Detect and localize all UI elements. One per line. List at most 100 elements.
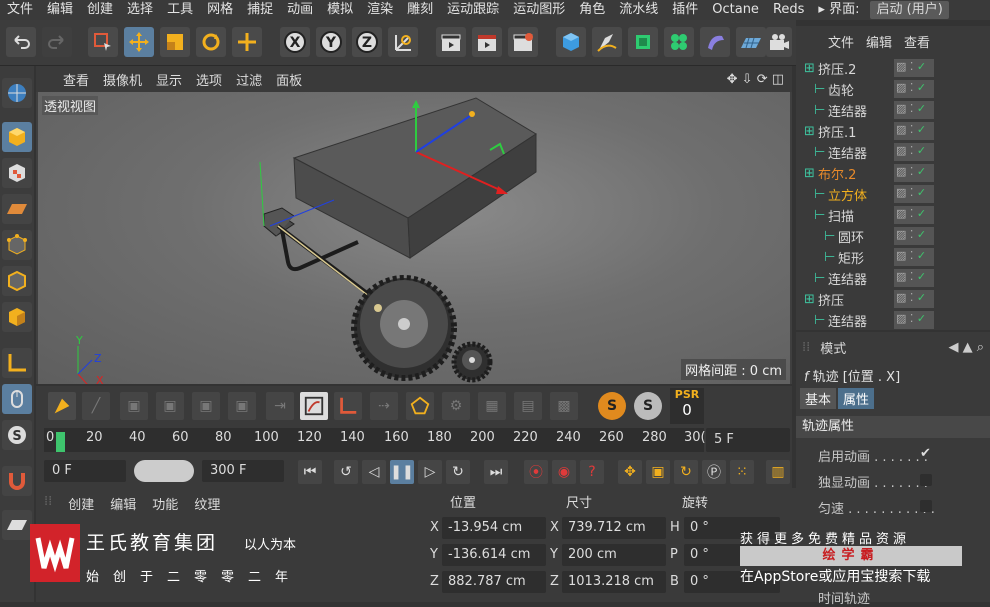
workplane-lock-button[interactable] <box>2 510 32 540</box>
viewport-solo-button[interactable] <box>2 78 32 108</box>
object-row[interactable]: ⊢ 连结器 ▨ ⁚ ✓ <box>800 100 990 120</box>
visibility-toggles[interactable]: ▨ ⁚ ✓ <box>894 185 934 203</box>
menu-pipeline[interactable]: 流水线 <box>612 0 665 20</box>
render-to-viewer-button[interactable] <box>472 27 502 57</box>
current-frame-field[interactable]: 5 F <box>706 428 790 452</box>
texture-mode-button[interactable] <box>2 158 32 188</box>
psr-toggle[interactable]: PSR 0 <box>670 388 704 424</box>
key-scale-button[interactable]: ▣ <box>646 460 670 484</box>
tree-node-icon[interactable]: ⊞ <box>804 292 815 307</box>
pos-x-field[interactable]: -13.954 cm <box>442 517 546 539</box>
layout-dropdown[interactable]: 启动 (用户) <box>870 1 949 19</box>
tree-node-icon[interactable]: ⊢ <box>824 250 835 265</box>
ghost-cube-3-button[interactable]: ▣ <box>192 392 220 420</box>
viewport-menu-panel[interactable]: 面板 <box>269 70 309 89</box>
viewport-menu-camera[interactable]: 摄像机 <box>96 70 149 89</box>
object-row[interactable]: ⊢ 连结器 ▨ ⁚ ✓ <box>800 310 990 330</box>
brush-button[interactable]: ╱ <box>82 392 110 420</box>
move-key-button[interactable]: ⇢ <box>370 392 398 420</box>
grid-key-button[interactable]: ▦ <box>478 392 506 420</box>
rotate-tool-button[interactable] <box>196 27 226 57</box>
cube-button[interactable] <box>556 27 586 57</box>
size-z-field[interactable]: 1013.218 cm <box>562 571 666 593</box>
menu-octane[interactable]: Octane <box>705 0 766 20</box>
constant-speed-checkbox[interactable] <box>920 500 932 512</box>
go-to-end-button[interactable]: ⏭ <box>484 460 508 484</box>
viewport-menu-filter[interactable]: 过滤 <box>229 70 269 89</box>
tab-basic[interactable]: 基本 <box>800 388 837 409</box>
material-menu-create[interactable]: 创建 <box>60 494 102 513</box>
render-view-button[interactable] <box>436 27 466 57</box>
magnet-button[interactable] <box>2 466 32 496</box>
object-row[interactable]: ⊢ 矩形 ▨ ⁚ ✓ <box>800 247 990 267</box>
menu-create[interactable]: 创建 <box>80 0 120 20</box>
object-row[interactable]: ⊢ 连结器 ▨ ⁚ ✓ <box>800 142 990 162</box>
scale-key-button[interactable]: S <box>598 392 626 420</box>
snap-button[interactable]: S <box>2 420 32 450</box>
menu-simulate[interactable]: 模拟 <box>320 0 360 20</box>
timeline-ruler[interactable]: 0 20 40 60 80 100 120 140 160 180 200 22… <box>44 428 706 452</box>
subdivision-button[interactable] <box>628 27 658 57</box>
menu-edit[interactable]: 编辑 <box>40 0 80 20</box>
menu-tools[interactable]: 工具 <box>160 0 200 20</box>
tree-node-icon[interactable]: ⊢ <box>814 208 825 223</box>
ghost-cube-4-button[interactable]: ▣ <box>228 392 256 420</box>
pen-spline-button[interactable] <box>592 27 622 57</box>
viewport-canvas[interactable]: 透视视图 Y X Z 网格间距: 0 cm <box>38 92 790 384</box>
viewport-menu-display[interactable]: 显示 <box>149 70 189 89</box>
visibility-toggles[interactable]: ▨ ⁚ ✓ <box>894 227 934 245</box>
attr-nav-icons[interactable]: ◀ ▲ ⌕ <box>948 340 990 355</box>
start-frame-field[interactable]: 0 F <box>44 460 126 482</box>
tree-node-icon[interactable]: ⊢ <box>814 82 825 97</box>
render-settings-button[interactable] <box>508 27 538 57</box>
mode-menu[interactable]: 模式 <box>816 338 850 357</box>
keyframe-pen-button[interactable] <box>48 392 76 420</box>
object-menu-file[interactable]: 文件 <box>822 32 860 51</box>
select-tool-button[interactable] <box>88 27 118 57</box>
polygons-mode-button[interactable] <box>2 302 32 332</box>
size-x-field[interactable]: 739.712 cm <box>562 517 666 539</box>
ghost-arrow-button[interactable]: ⇥ <box>266 392 294 420</box>
tree-node-icon[interactable]: ⊞ <box>804 124 815 139</box>
deformer-button[interactable] <box>700 27 730 57</box>
prev-frame-button[interactable]: ◁ <box>362 460 386 484</box>
motion-path-button[interactable] <box>300 392 328 420</box>
menu-animate[interactable]: 动画 <box>280 0 320 20</box>
object-menu-view[interactable]: 查看 <box>898 32 936 51</box>
point-level-button[interactable] <box>406 392 434 420</box>
floor-button[interactable] <box>736 27 766 57</box>
auto-key-button[interactable]: ◉ <box>552 460 576 484</box>
object-row[interactable]: ⊞ 挤压.1 ▨ ⁚ ✓ <box>800 121 990 141</box>
visibility-toggles[interactable]: ▨ ⁚ ✓ <box>894 311 934 329</box>
object-row[interactable]: ⊢ 连结器 ▨ ⁚ ✓ <box>800 268 990 288</box>
prev-key-button[interactable]: ↺ <box>334 460 358 484</box>
tree-node-icon[interactable]: ⊢ <box>824 229 835 244</box>
visibility-toggles[interactable]: ▨ ⁚ ✓ <box>894 164 934 182</box>
param-key-button[interactable]: ⚙ <box>442 392 470 420</box>
pos-z-field[interactable]: 882.787 cm <box>442 571 546 593</box>
snap-key-button[interactable]: S <box>634 392 662 420</box>
menu-reds[interactable]: Reds <box>766 0 811 20</box>
workplane-mode-button[interactable] <box>2 194 32 224</box>
viewport-menu-view[interactable]: 查看 <box>56 70 96 89</box>
object-row[interactable]: ⊞ 布尔.2 ▨ ⁚ ✓ <box>800 163 990 183</box>
object-row[interactable]: ⊞ 挤压.2 ▨ ⁚ ✓ <box>800 58 990 78</box>
transform-tool-button[interactable] <box>232 27 262 57</box>
menu-snap[interactable]: 捕捉 <box>240 0 280 20</box>
object-menu-edit[interactable]: 编辑 <box>860 32 898 51</box>
solo-animation-checkbox[interactable] <box>920 474 932 486</box>
tree-node-icon[interactable]: ⊢ <box>814 187 825 202</box>
visibility-toggles[interactable]: ▨ ⁚ ✓ <box>894 80 934 98</box>
object-row[interactable]: ⊢ 圆环 ▨ ⁚ ✓ <box>800 226 990 246</box>
visibility-toggles[interactable]: ▨ ⁚ ✓ <box>894 143 934 161</box>
ghost-icon-2-button[interactable]: ▤ <box>514 392 542 420</box>
visibility-toggles[interactable]: ▨ ⁚ ✓ <box>894 269 934 287</box>
key-pla-button[interactable]: ⁙ <box>730 460 754 484</box>
model-mode-button[interactable] <box>2 122 32 152</box>
next-key-button[interactable]: ↻ <box>446 460 470 484</box>
points-mode-button[interactable] <box>2 230 32 260</box>
key-param-button[interactable]: Ⓟ <box>702 460 726 484</box>
key-rotation-button[interactable]: ↻ <box>674 460 698 484</box>
visibility-toggles[interactable]: ▨ ⁚ ✓ <box>894 248 934 266</box>
menu-render[interactable]: 渲染 <box>360 0 400 20</box>
